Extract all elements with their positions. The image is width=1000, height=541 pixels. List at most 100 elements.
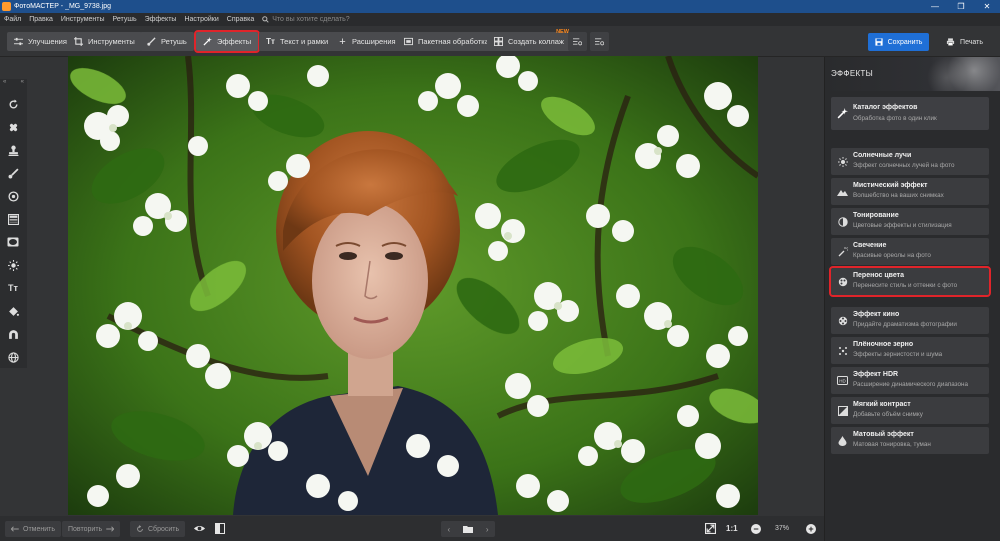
tab-extensions[interactable]: + Расширения (331, 32, 403, 51)
effects-panel: ЭФФЕКТЫ Каталог эффектов Обработка фото … (824, 57, 1000, 541)
zoom-in-button[interactable]: + (806, 524, 816, 534)
menu-edit[interactable]: Правка (25, 16, 57, 23)
text-icon: Tт (266, 37, 275, 46)
reset-button[interactable]: Сбросить (130, 521, 186, 537)
app-window: ФотоМАСТЕР - _MG_9738.jpg — ❐ ✕ Файл Пра… (0, 0, 1000, 541)
effect-soft-contrast[interactable]: Мягкий контраст Добавьте объём снимку (831, 397, 989, 424)
effect-film-grain[interactable]: Плёночное зерно Эффекты зернистости и шу… (831, 337, 989, 364)
effect-glow[interactable]: Свечение Красивые ореолы на фото (831, 238, 989, 265)
grain-icon (837, 345, 848, 356)
effect-subtitle: Матовая тонировка, туман (853, 441, 931, 448)
effect-subtitle: Волшебство на ваших снимках (853, 192, 944, 199)
gradient-filter-icon (7, 213, 19, 225)
vignette-tool[interactable] (6, 235, 20, 249)
zoom-value[interactable]: 37% (775, 525, 789, 532)
drop-icon (837, 435, 848, 446)
sun-icon (7, 259, 19, 271)
effect-subtitle: Расширение динамического диапазона (853, 381, 968, 388)
svg-text:HD: HD (839, 378, 846, 383)
zoom-ratio-button[interactable]: 1:1 (726, 524, 738, 533)
light-tool[interactable] (6, 258, 20, 272)
text-icon: Tт (8, 283, 18, 293)
redo-icon (106, 526, 115, 532)
effect-hdr[interactable]: HD Эффект HDR Расширение динамического д… (831, 367, 989, 394)
left-tool-strip: «« Tт (0, 79, 27, 368)
fill-tool[interactable] (6, 304, 20, 318)
magic-wand-icon (837, 108, 848, 119)
save-button[interactable]: Сохранить (868, 33, 929, 51)
sun-icon (837, 156, 848, 167)
brush-tool[interactable] (6, 166, 20, 180)
rotate-tool[interactable] (6, 97, 20, 111)
undo-button[interactable]: Отменить (5, 521, 61, 537)
glow-wand-icon (837, 246, 848, 257)
print-label: Печать (960, 38, 983, 46)
radial-filter-tool[interactable] (6, 189, 20, 203)
close-button[interactable]: ✕ (974, 0, 1000, 13)
tab-tools[interactable]: Инструменты (67, 32, 142, 51)
compare-icon[interactable] (215, 523, 225, 534)
collapse-panel-button[interactable]: «« (0, 79, 27, 88)
menu-file[interactable]: Файл (0, 16, 25, 23)
print-button[interactable]: Печать (937, 33, 992, 51)
paint-bucket-icon (8, 306, 19, 316)
history-forward-button[interactable] (568, 32, 587, 51)
search-box[interactable]: Что вы хотите сделать? (262, 16, 350, 23)
tab-text-frames[interactable]: Tт Текст и рамки (259, 32, 336, 51)
next-image-button[interactable]: › (486, 525, 489, 534)
create-collage-button[interactable]: Создать коллаж NEW (487, 29, 571, 51)
menu-settings[interactable]: Настройки (180, 16, 222, 23)
menu-tools[interactable]: Инструменты (57, 16, 109, 23)
menu-help[interactable]: Справка (223, 16, 258, 23)
tab-text-frames-label: Текст и рамки (280, 37, 329, 46)
effect-matte[interactable]: Матовый эффект Матовая тонировка, туман (831, 427, 989, 454)
zoom-out-button[interactable]: − (751, 524, 761, 534)
effect-subtitle: Придайте драматизма фотографии (853, 321, 957, 328)
maximize-button[interactable]: ❐ (948, 0, 974, 13)
effect-title: Плёночное зерно (853, 341, 914, 348)
gradient-filter-tool[interactable] (6, 212, 20, 226)
plus-icon: + (339, 35, 346, 48)
title-bar: ФотоМАСТЕР - _MG_9738.jpg — ❐ ✕ (0, 0, 1000, 13)
prev-image-button[interactable]: ‹ (447, 525, 450, 534)
half-circle-icon (837, 216, 848, 227)
tab-improvements[interactable]: Улучшения (7, 32, 74, 51)
effect-cinema[interactable]: Эффект кино Придайте драматизма фотограф… (831, 307, 989, 334)
mask-tool[interactable] (6, 327, 20, 341)
stamp-tool[interactable] (6, 143, 20, 157)
search-icon (262, 16, 269, 23)
effect-catalog[interactable]: Каталог эффектов Обработка фото в один к… (831, 97, 989, 130)
tab-retouch[interactable]: Ретушь (140, 32, 194, 51)
history-settings-button[interactable] (590, 32, 609, 51)
header-decoration (911, 57, 1000, 91)
patch-tool[interactable] (6, 120, 20, 134)
batch-processing-button[interactable]: Пакетная обработка (397, 32, 496, 51)
effect-title: Тонирование (853, 212, 899, 219)
batch-processing-label: Пакетная обработка (418, 37, 489, 46)
effect-subtitle: Цветовые эффекты и стилизация (853, 222, 952, 229)
effect-title: Матовый эффект (853, 431, 914, 438)
palette-icon (837, 276, 848, 287)
eye-icon[interactable] (193, 524, 206, 533)
bandage-icon (9, 123, 17, 131)
text-tool[interactable]: Tт (6, 281, 20, 295)
effect-mystic[interactable]: Мистический эффект Волшебство на ваших с… (831, 178, 989, 205)
bottom-bar: Отменить Повторить Сбросить ‹ › 1:1 − 37… (0, 516, 824, 541)
effect-sun-rays[interactable]: Солнечные лучи Эффект солнечных лучей на… (831, 148, 989, 175)
effect-title: Мистический эффект (853, 182, 928, 189)
fit-screen-icon[interactable] (705, 523, 716, 534)
effect-title: Мягкий контраст (853, 401, 911, 408)
folder-icon[interactable] (462, 525, 473, 533)
redo-label: Повторить (68, 525, 103, 533)
menu-effects[interactable]: Эффекты (141, 16, 181, 23)
minimize-button[interactable]: — (922, 0, 948, 13)
tab-effects[interactable]: Эффекты (193, 30, 261, 53)
effect-color-transfer[interactable]: Перенос цвета Перенесите стиль и оттенки… (829, 266, 991, 297)
photo-canvas[interactable] (68, 56, 758, 515)
effect-catalog-subtitle: Обработка фото в один клик (853, 115, 937, 122)
effect-toning[interactable]: Тонирование Цветовые эффекты и стилизаци… (831, 208, 989, 235)
search-placeholder: Что вы хотите сделать? (272, 16, 350, 23)
redo-button[interactable]: Повторить (62, 521, 121, 537)
menu-retouch[interactable]: Ретушь (109, 16, 141, 23)
globe-tool[interactable] (6, 350, 20, 364)
